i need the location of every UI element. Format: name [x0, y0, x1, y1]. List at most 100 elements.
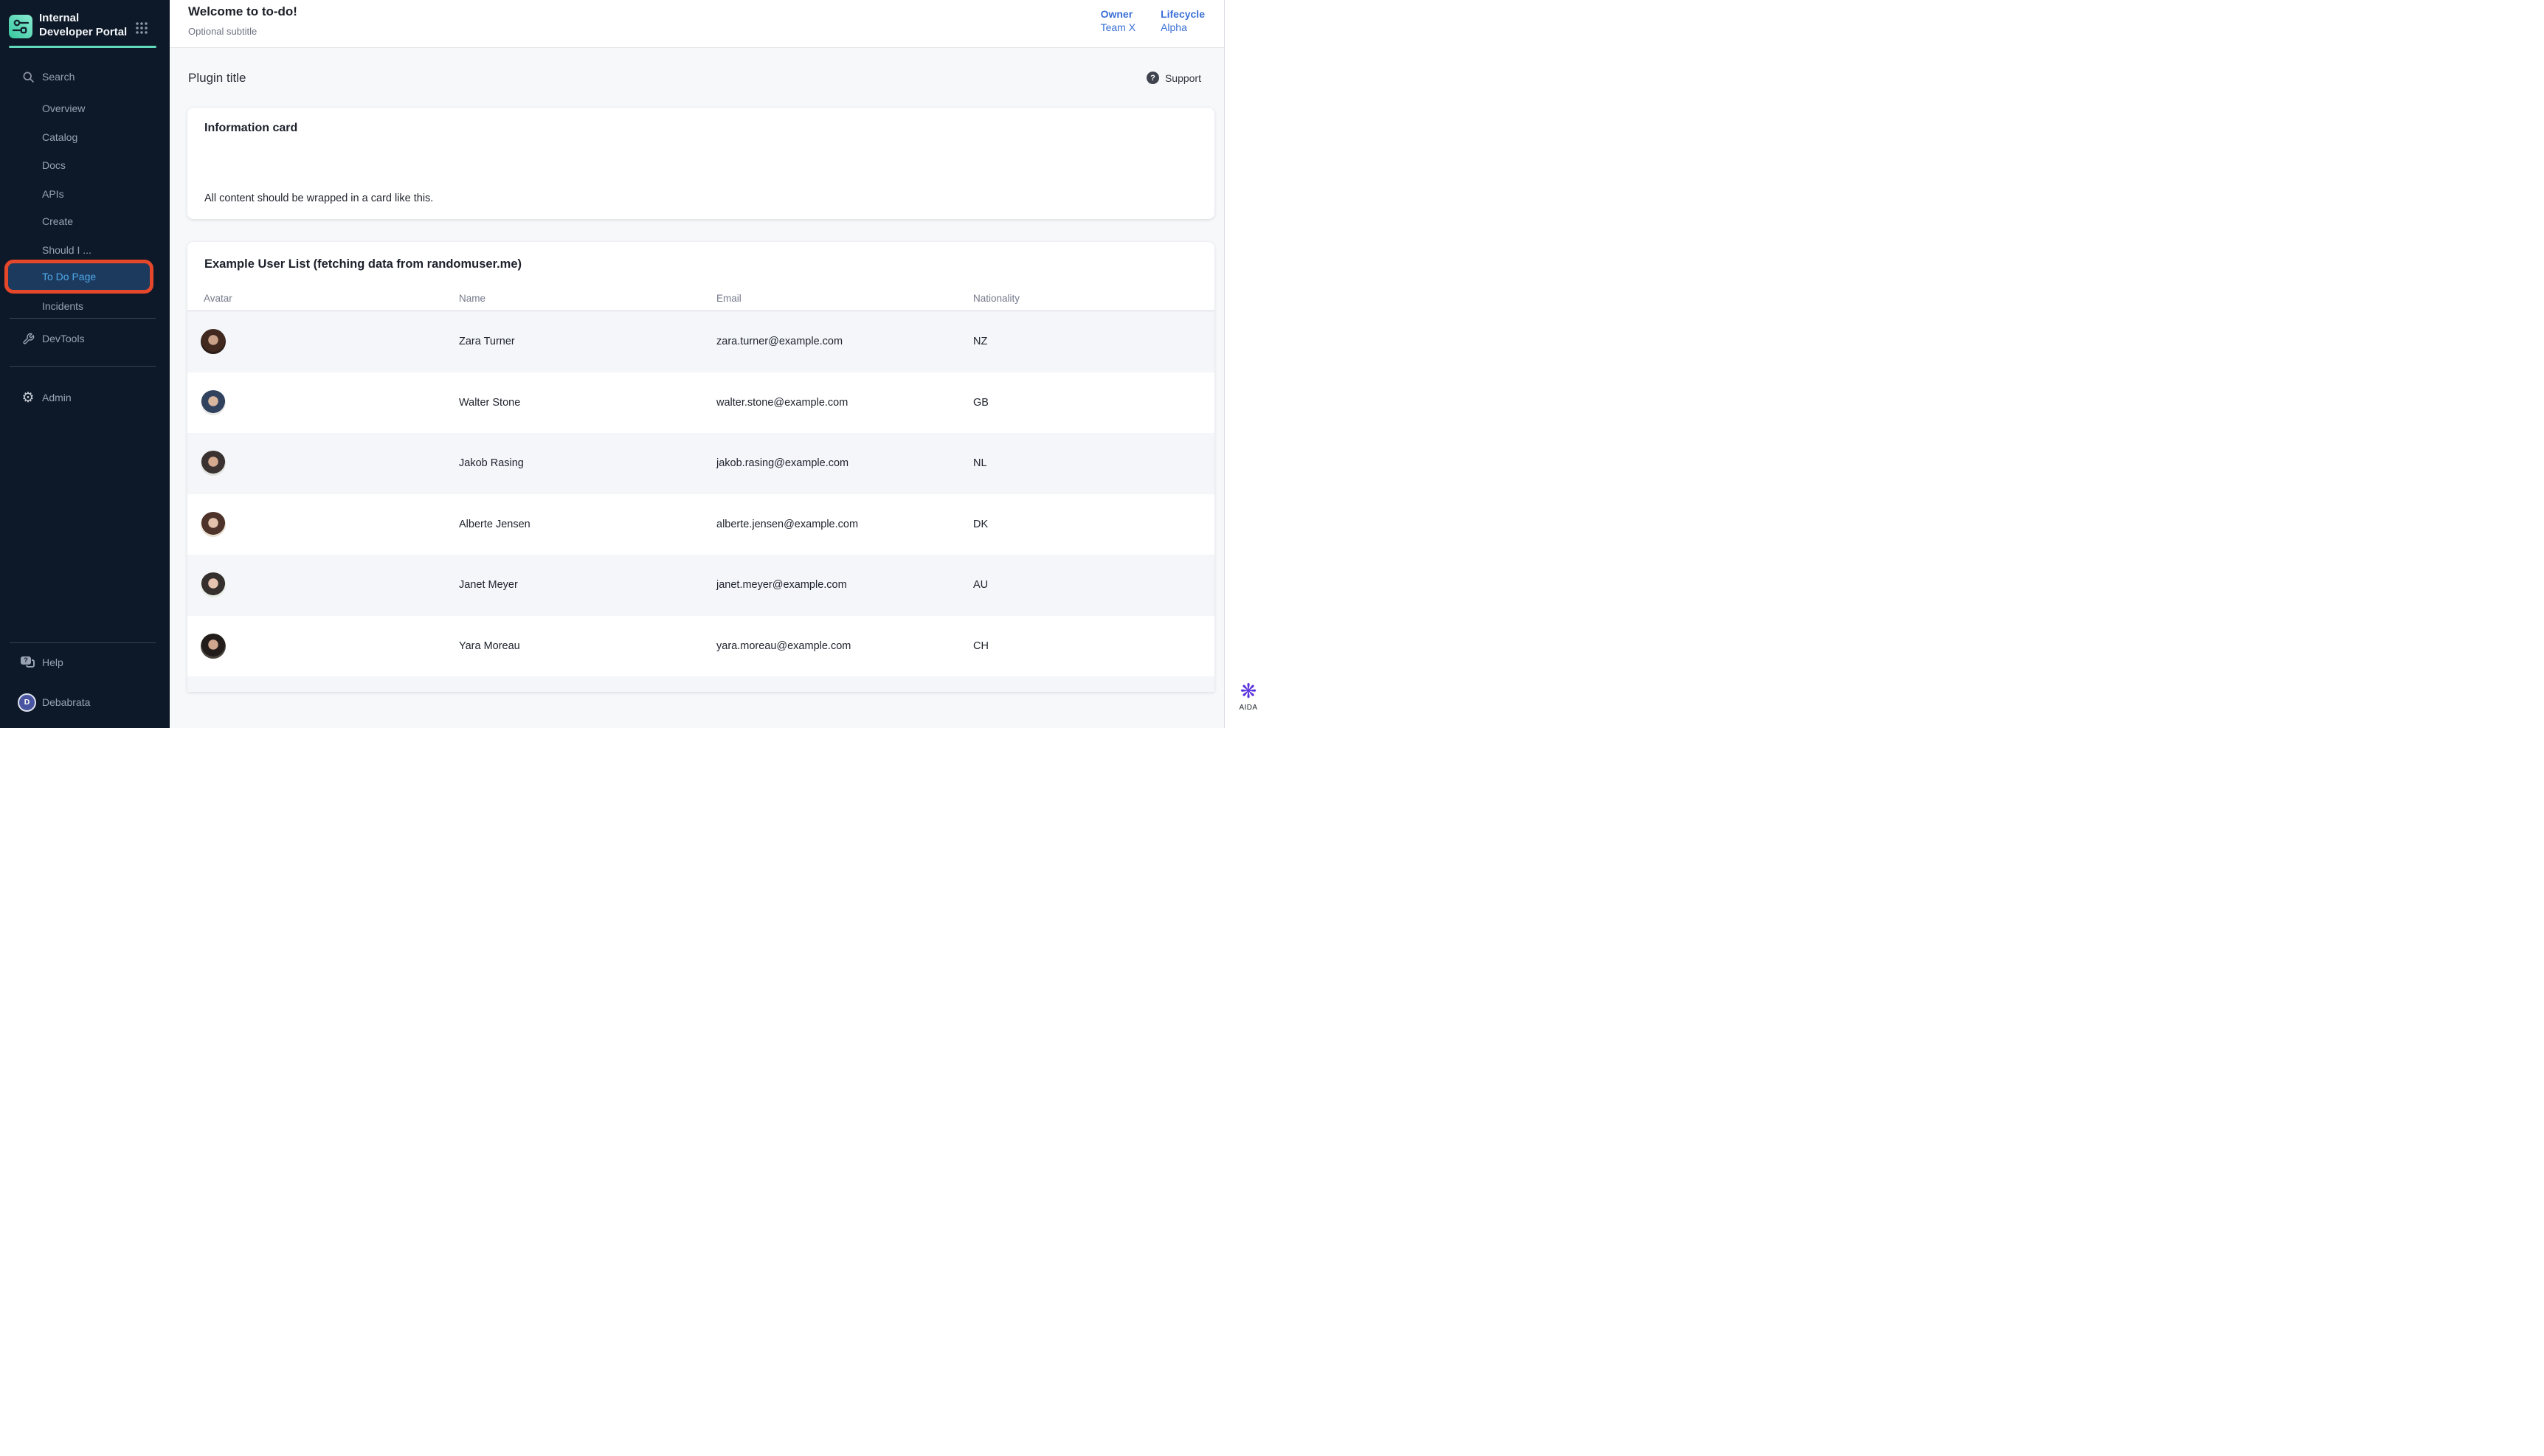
information-card: Information card All content should be w…: [187, 108, 1214, 219]
lifecycle-meta: Lifecycle Alpha: [1161, 8, 1205, 33]
page-content: Plugin title ? Support Information card …: [170, 48, 1224, 728]
sidebar-item-incidents[interactable]: Incidents: [0, 295, 170, 317]
sidebar-item-label-active: To Do Page: [42, 263, 96, 290]
sidebar-item-label: Create: [42, 215, 73, 227]
user-avatar-image: [201, 572, 226, 597]
lifecycle-label: Lifecycle: [1161, 8, 1205, 20]
user-avatar-image: [201, 512, 226, 537]
user-email: janet.meyer@example.com: [716, 579, 973, 591]
support-button[interactable]: ? Support: [1147, 72, 1201, 84]
column-header-avatar: Avatar: [187, 293, 459, 311]
sidebar-item-overview[interactable]: Overview: [0, 97, 170, 119]
main-area: Welcome to to-do! Optional subtitle Owne…: [170, 0, 1224, 728]
avatar-cell: [187, 634, 459, 659]
sidebar-item-label: Admin: [42, 392, 72, 403]
user-nationality: AU: [973, 579, 1214, 591]
user-email: walter.stone@example.com: [716, 397, 973, 409]
header-metadata: Owner Team X Lifecycle Alpha: [1101, 8, 1205, 33]
user-avatar-image: [201, 390, 226, 415]
sidebar-item-todo-page-highlighted[interactable]: To Do Page: [4, 260, 153, 294]
sidebar-item-docs[interactable]: Docs: [0, 154, 170, 176]
table-row: Janet Meyer janet.meyer@example.com AU: [187, 555, 1214, 616]
sidebar-item-user-profile[interactable]: D Debabrata: [0, 691, 170, 713]
sidebar-divider: [10, 642, 156, 643]
gear-icon: ⚙: [21, 391, 35, 404]
sidebar-item-label: Catalog: [42, 131, 77, 143]
sidebar-divider: [10, 318, 156, 319]
search-label: Search: [42, 71, 75, 83]
owner-link[interactable]: Team X: [1101, 21, 1136, 33]
user-name: Zara Turner: [459, 336, 716, 347]
user-list-title: Example User List (fetching data from ra…: [187, 242, 1214, 281]
user-name: Alberte Jensen: [459, 519, 716, 530]
information-card-body: All content should be wrapped in a card …: [204, 193, 1197, 204]
app-root: Internal Developer Portal Search Overvie…: [0, 0, 1272, 728]
help-chat-icon: ?: [20, 656, 33, 669]
content-header: Plugin title ? Support: [187, 48, 1214, 108]
lifecycle-link[interactable]: Alpha: [1161, 21, 1205, 33]
avatar-cell: [187, 451, 459, 476]
user-avatar-image: [201, 451, 226, 476]
apps-grid-icon[interactable]: [134, 21, 149, 35]
aida-widget-button[interactable]: ❋ AIDA: [1225, 682, 1272, 712]
user-avatar: D: [18, 693, 36, 712]
question-mark-icon: ?: [1147, 72, 1159, 84]
table-row: Walter Stone walter.stone@example.com GB: [187, 372, 1214, 434]
user-avatar-image: [201, 329, 226, 354]
table-row: Yara Moreau yara.moreau@example.com CH: [187, 616, 1214, 677]
sidebar-item-help[interactable]: ? Help: [0, 651, 170, 673]
user-nationality: DK: [973, 519, 1214, 530]
user-email: zara.turner@example.com: [716, 336, 973, 347]
sidebar-item-label: APIs: [42, 188, 64, 200]
search-icon: [21, 70, 35, 83]
right-rail: ❋ AIDA: [1224, 0, 1272, 728]
sidebar-item-search[interactable]: Search: [0, 66, 170, 88]
table-row: Aurora Araújo aurora.araujo@example.com …: [187, 676, 1214, 692]
avatar-cell: [187, 512, 459, 537]
user-email: yara.moreau@example.com: [716, 640, 973, 652]
wrench-icon: [21, 332, 35, 345]
support-label: Support: [1165, 72, 1201, 84]
user-email: alberte.jensen@example.com: [716, 519, 973, 530]
information-card-title: Information card: [204, 122, 1197, 135]
sidebar-item-apis[interactable]: APIs: [0, 183, 170, 205]
table-header-row: Avatar Name Email Nationality: [187, 281, 1214, 311]
page-title: Welcome to to-do!: [188, 4, 297, 19]
user-email: jakob.rasing@example.com: [716, 457, 973, 469]
page-header: Welcome to to-do! Optional subtitle Owne…: [170, 0, 1224, 48]
user-name: Yara Moreau: [459, 640, 716, 652]
user-name: Walter Stone: [459, 397, 716, 409]
table-row: Zara Turner zara.turner@example.com NZ: [187, 311, 1214, 372]
portal-logo-icon[interactable]: [9, 15, 32, 38]
table-row: Jakob Rasing jakob.rasing@example.com NL: [187, 433, 1214, 494]
user-list-card: Example User List (fetching data from ra…: [187, 242, 1214, 692]
page-subtitle: Optional subtitle: [188, 26, 257, 37]
sidebar-item-label: DevTools: [42, 333, 85, 344]
user-avatar-image: [201, 634, 226, 659]
portal-title: Internal Developer Portal: [39, 11, 135, 39]
column-header-email: Email: [716, 293, 973, 311]
sidebar-item-create[interactable]: Create: [0, 210, 170, 232]
owner-label: Owner: [1101, 8, 1136, 20]
column-header-nationality: Nationality: [973, 293, 1214, 311]
sidebar-item-should-i[interactable]: Should I ...: [0, 239, 170, 261]
sidebar-divider: [10, 366, 156, 367]
sidebar-item-label: Help: [42, 656, 63, 668]
user-nationality: GB: [973, 397, 1214, 409]
user-name-label: Debabrata: [42, 696, 90, 708]
sidebar-item-catalog[interactable]: Catalog: [0, 126, 170, 148]
sidebar-item-admin[interactable]: ⚙ Admin: [0, 386, 170, 409]
user-nationality: CH: [973, 640, 1214, 652]
sidebar-item-label: Should I ...: [42, 244, 91, 256]
table-row: Alberte Jensen alberte.jensen@example.co…: [187, 494, 1214, 555]
owner-meta: Owner Team X: [1101, 8, 1136, 33]
column-header-name: Name: [459, 293, 716, 311]
user-nationality: NZ: [973, 336, 1214, 347]
sidebar-item-label: Incidents: [42, 300, 83, 312]
avatar-cell: [187, 329, 459, 354]
plugin-title: Plugin title: [188, 71, 246, 86]
sidebar-accent-divider: [9, 46, 156, 48]
sidebar-item-label: Overview: [42, 103, 85, 114]
table-body: Zara Turner zara.turner@example.com NZ W…: [187, 311, 1214, 692]
sidebar-item-devtools[interactable]: DevTools: [0, 327, 170, 350]
